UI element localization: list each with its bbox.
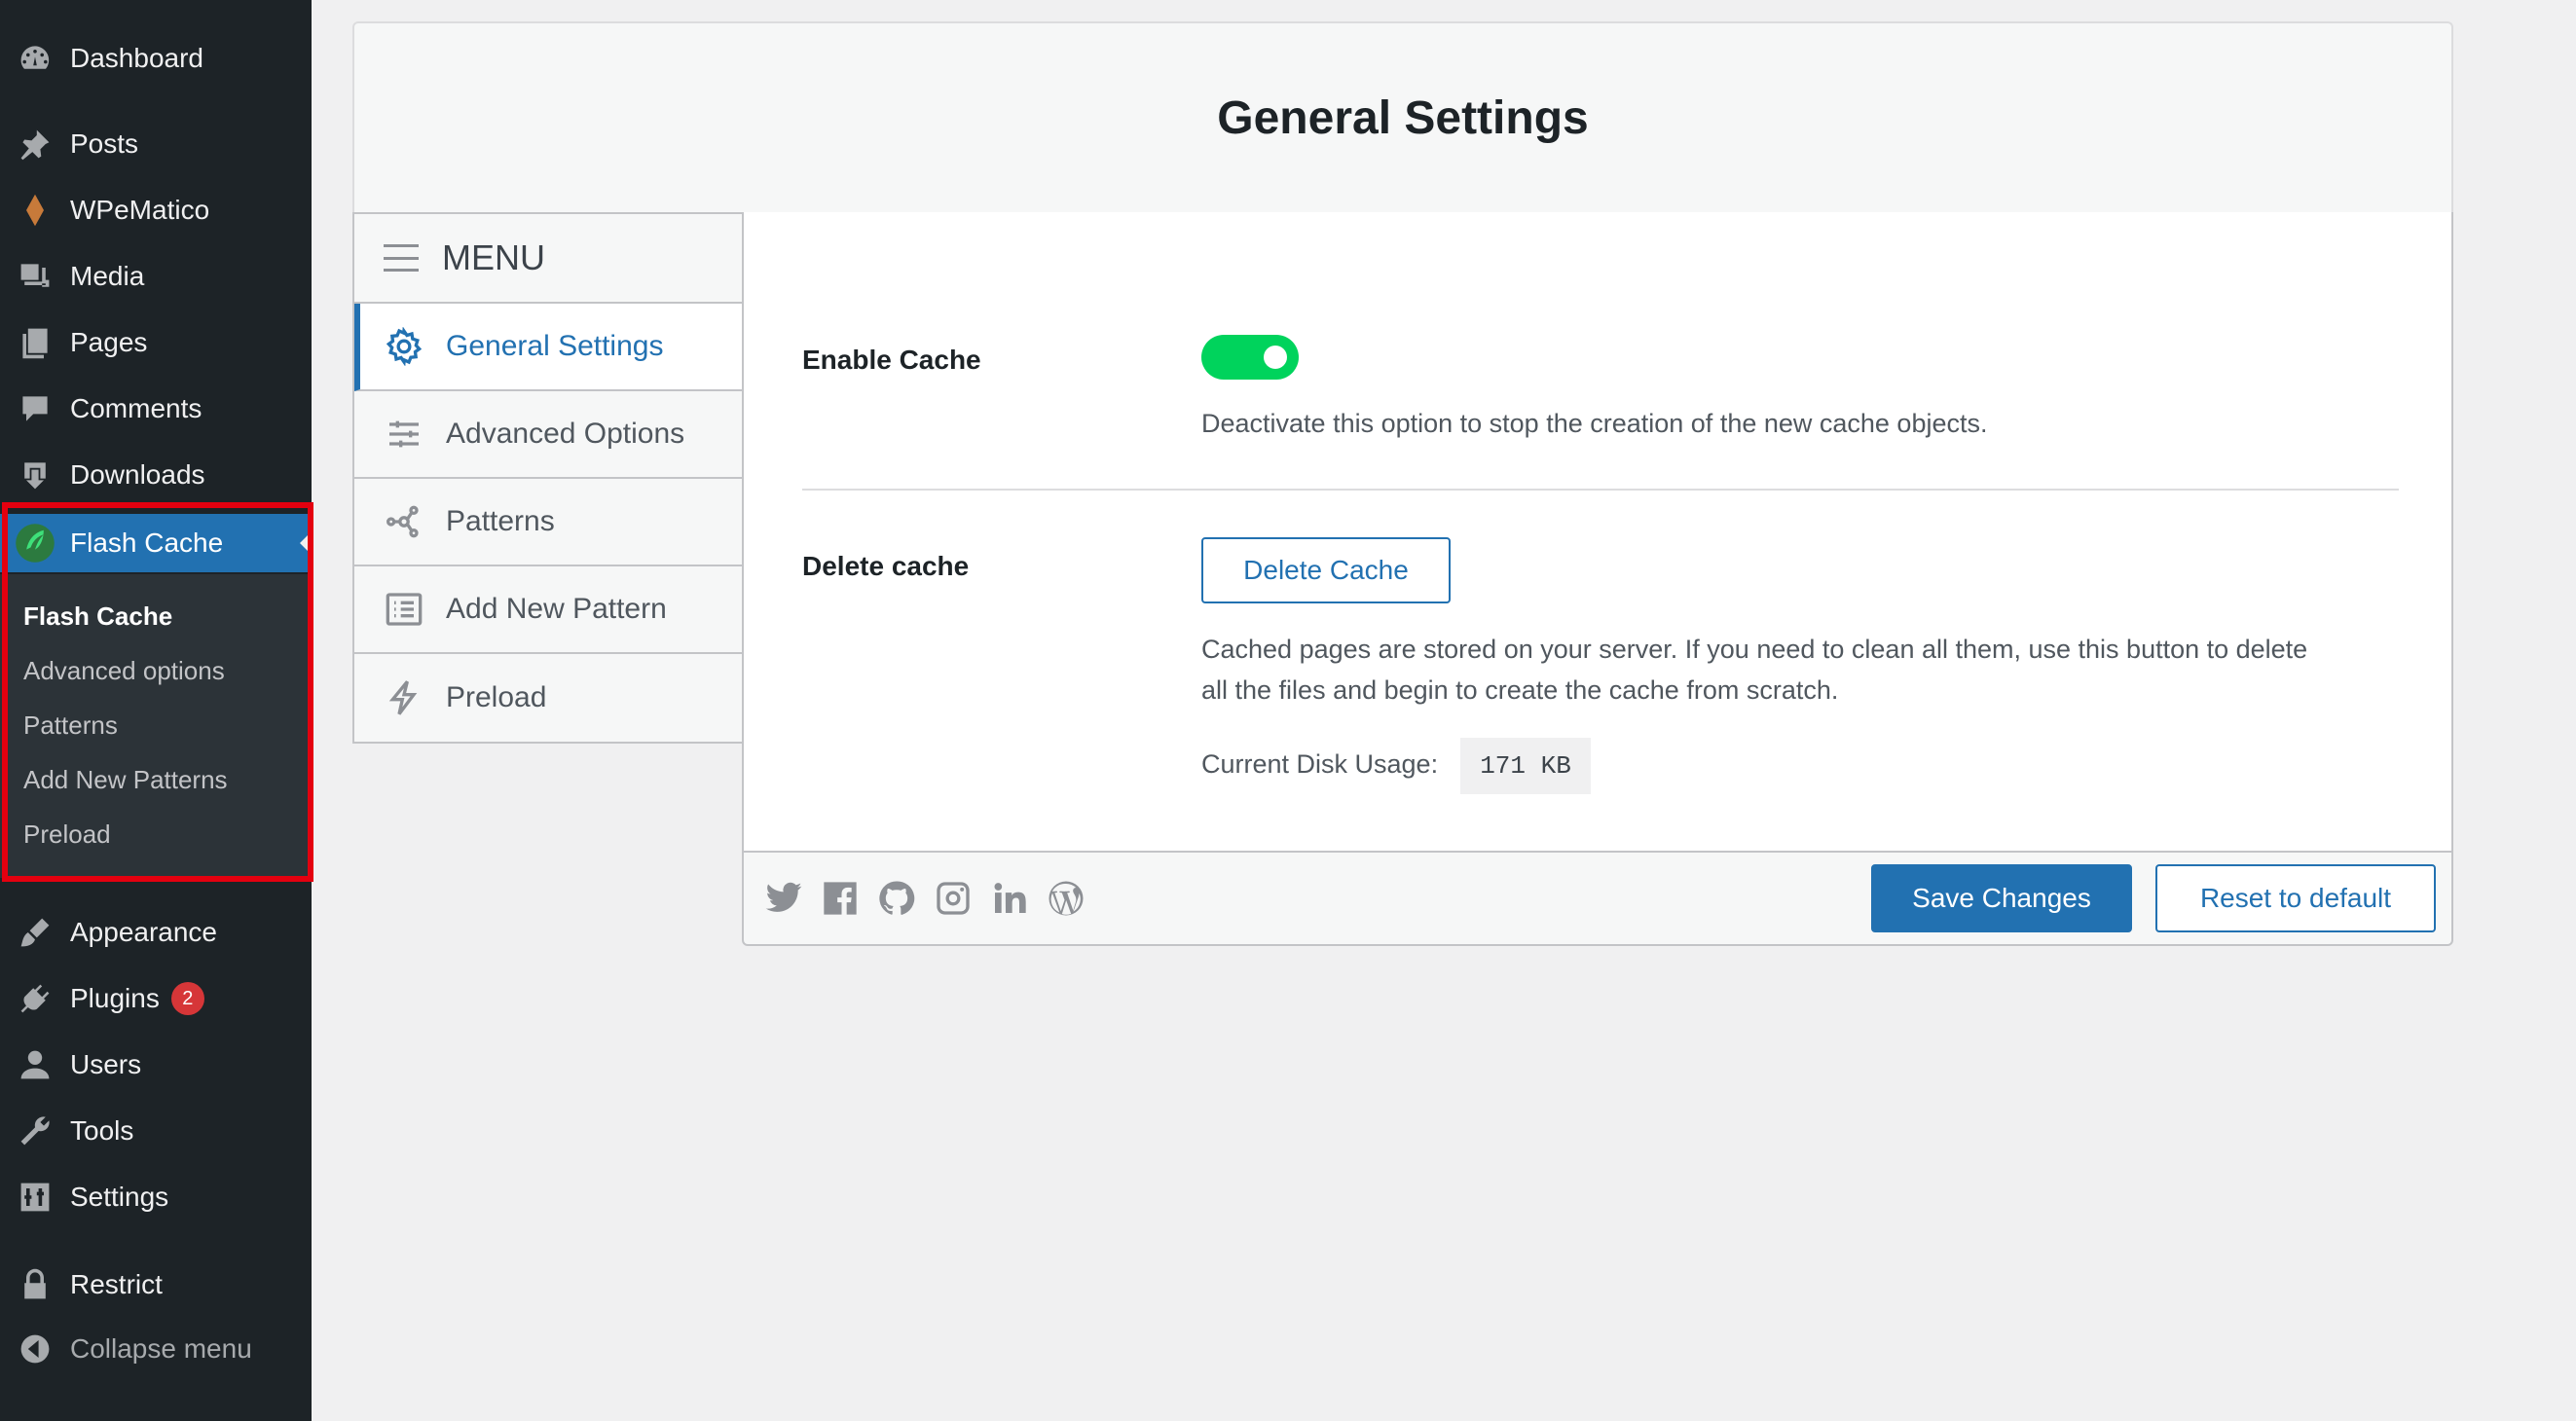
wpematico-icon — [0, 193, 70, 228]
sidebar-item-restrict[interactable]: Restrict — [0, 1256, 312, 1314]
wrench-icon — [0, 1113, 70, 1148]
sidebar-item-label: Users — [70, 1049, 142, 1079]
sidebar-item-label: Posts — [70, 128, 139, 159]
sidebar-item-appearance[interactable]: Appearance — [0, 903, 312, 962]
sidebar-item-label: Flash Cache — [70, 528, 224, 558]
sidebar-item-wpematico[interactable]: WPeMatico — [0, 181, 312, 239]
plug-icon — [0, 981, 70, 1016]
page-title: General Settings — [1217, 91, 1589, 144]
toggle-knob — [1264, 346, 1287, 369]
sidebar-item-label: Media — [70, 261, 145, 291]
reset-to-default-button[interactable]: Reset to default — [2155, 864, 2436, 932]
delete-cache-description-line2: all the files and begin to create the ca… — [1201, 675, 1839, 705]
enable-cache-label: Enable Cache — [802, 345, 981, 375]
sidebar-item-comments[interactable]: Comments — [0, 380, 312, 438]
menu-item-label: Preload — [446, 681, 547, 713]
hamburger-icon — [384, 244, 419, 272]
menu-title: MENU — [442, 237, 545, 277]
sidebar-item-posts[interactable]: Posts — [0, 115, 312, 173]
flash-cache-submenu: Flash Cache Advanced options Patterns Ad… — [0, 574, 312, 878]
media-icon — [0, 259, 70, 294]
menu-item-advanced-options[interactable]: Advanced Options — [354, 391, 744, 479]
settings-sliders-icon — [0, 1180, 70, 1215]
submenu-item-add-new-patterns[interactable]: Add New Patterns — [23, 765, 228, 795]
submenu-item-preload[interactable]: Preload — [23, 820, 111, 850]
menu-item-label: Patterns — [446, 505, 555, 537]
user-icon — [0, 1047, 70, 1082]
social-links — [763, 878, 1086, 919]
facebook-icon[interactable] — [820, 878, 861, 919]
delete-cache-description-line1: Cached pages are stored on your server. … — [1201, 635, 2308, 664]
sidebar-item-label: Plugins — [70, 983, 160, 1013]
network-icon — [384, 501, 424, 542]
sidebar-item-tools[interactable]: Tools — [0, 1102, 312, 1160]
sidebar-item-label: Comments — [70, 393, 202, 423]
delete-cache-label: Delete cache — [802, 551, 970, 581]
sidebar-item-label: Collapse menu — [70, 1333, 252, 1364]
section-divider — [802, 489, 2399, 491]
panel-footer: Save Changes Reset to default — [742, 851, 2453, 946]
collapse-icon — [0, 1331, 70, 1366]
twitter-icon[interactable] — [763, 878, 804, 919]
menu-item-label: General Settings — [446, 330, 664, 362]
sidebar-item-downloads[interactable]: Downloads — [0, 446, 312, 504]
list-icon — [384, 589, 424, 630]
submenu-item-advanced-options[interactable]: Advanced options — [23, 656, 225, 686]
save-changes-button[interactable]: Save Changes — [1871, 864, 2132, 932]
instagram-icon[interactable] — [933, 878, 974, 919]
comment-icon — [0, 391, 70, 426]
sliders-icon — [384, 414, 424, 455]
enable-cache-toggle[interactable] — [1201, 335, 1299, 380]
sidebar-item-dashboard[interactable]: Dashboard — [0, 29, 312, 88]
settings-panel: General Settings MENU General Settings A… — [352, 21, 2453, 946]
sidebar-item-label: Tools — [70, 1115, 134, 1146]
menu-item-label: Advanced Options — [446, 418, 685, 450]
sidebar-item-label: WPeMatico — [70, 195, 210, 225]
sidebar-item-flash-cache[interactable]: Flash Cache — [0, 514, 312, 572]
sidebar-item-plugins[interactable]: Plugins 2 — [0, 969, 312, 1028]
delete-cache-button[interactable]: Delete Cache — [1201, 537, 1451, 603]
disk-usage-label: Current Disk Usage: — [1201, 749, 1439, 779]
pages-icon — [0, 325, 70, 360]
sidebar-item-label: Pages — [70, 327, 148, 357]
paintbrush-icon — [0, 915, 70, 950]
github-icon[interactable] — [876, 878, 917, 919]
panel-header: General Settings — [352, 21, 2453, 214]
lightning-icon — [384, 677, 424, 718]
admin-sidebar: Dashboard Posts WPeMatico Media Pages Co… — [0, 0, 313, 1421]
settings-side-menu: MENU General Settings Advanced Options P… — [352, 212, 744, 744]
sidebar-item-settings[interactable]: Settings — [0, 1168, 312, 1226]
sidebar-item-pages[interactable]: Pages — [0, 313, 312, 372]
flash-cache-logo-icon — [0, 522, 70, 565]
update-count-badge: 2 — [170, 982, 204, 1015]
download-icon — [0, 457, 70, 492]
menu-item-preload[interactable]: Preload — [354, 654, 744, 742]
dashboard-icon — [0, 41, 70, 76]
sidebar-item-label: Downloads — [70, 459, 205, 490]
gear-icon — [384, 326, 424, 367]
menu-item-general-settings[interactable]: General Settings — [354, 304, 744, 391]
sidebar-item-media[interactable]: Media — [0, 247, 312, 306]
collapse-menu-button[interactable]: Collapse menu — [0, 1320, 312, 1378]
sidebar-item-label: Appearance — [70, 917, 218, 947]
menu-header: MENU — [354, 214, 744, 304]
menu-item-add-new-pattern[interactable]: Add New Pattern — [354, 566, 744, 654]
current-page-arrow — [300, 531, 312, 555]
disk-usage-value: 171 KB — [1460, 738, 1591, 794]
submenu-item-patterns[interactable]: Patterns — [23, 710, 118, 741]
submenu-item-flash-cache[interactable]: Flash Cache — [23, 601, 172, 632]
settings-content: Enable Cache Deactivate this option to s… — [742, 212, 2453, 853]
pushpin-icon — [0, 127, 70, 162]
linkedin-icon[interactable] — [989, 878, 1030, 919]
menu-item-patterns[interactable]: Patterns — [354, 479, 744, 566]
sidebar-item-users[interactable]: Users — [0, 1036, 312, 1094]
sidebar-item-label: Dashboard — [70, 43, 203, 73]
sidebar-item-label: Settings — [70, 1182, 169, 1212]
enable-cache-description: Deactivate this option to stop the creat… — [1201, 409, 1988, 438]
lock-icon — [0, 1267, 70, 1302]
wordpress-icon[interactable] — [1046, 878, 1086, 919]
menu-item-label: Add New Pattern — [446, 593, 667, 625]
sidebar-item-label: Restrict — [70, 1269, 163, 1299]
